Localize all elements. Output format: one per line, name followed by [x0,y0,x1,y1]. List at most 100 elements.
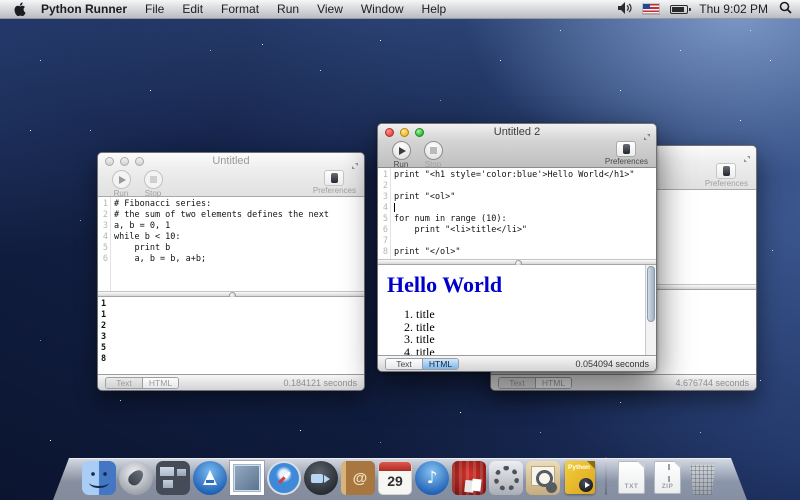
run-label: Run [394,160,409,169]
input-language-flag-icon[interactable] [643,4,659,14]
menu-window[interactable]: Window [352,2,413,16]
stop-button[interactable] [144,170,163,189]
window3-statusbar: Text HTML 4.676744 seconds [491,374,756,390]
volume-icon[interactable] [618,2,632,17]
text-tab[interactable]: Text [106,378,142,388]
list-item: title [416,321,656,334]
html-tab[interactable]: HTML [142,378,178,388]
zoom-button[interactable] [415,128,424,137]
preferences-icon [723,166,730,176]
list-item: title [416,308,656,321]
run-time: 4.676744 seconds [675,378,749,388]
run-button[interactable] [392,141,411,160]
apple-menu-icon[interactable] [8,2,32,16]
window1-statusbar: Text HTML 0.184121 seconds [98,374,364,390]
code-text[interactable]: print "<h1 style='color:blue'>Hello Worl… [391,168,656,259]
dock-ical-icon[interactable]: 29 [378,461,412,495]
window-untitled1[interactable]: Untitled Run Stop Preferences 1 2 3 4 5 … [97,152,365,391]
list-item: title [416,333,656,346]
preferences-label: Preferences [705,179,748,188]
dock-photo-booth-icon[interactable] [452,461,486,495]
dock-separator [605,457,607,495]
line-numbers: 1 2 3 4 5 6 7 8 [378,168,391,259]
close-button[interactable] [105,157,114,166]
menu-view[interactable]: View [308,2,352,16]
window1-output[interactable]: 1 1 2 3 5 8 [98,297,364,374]
window2-statusbar: Text HTML 0.054094 seconds [378,355,656,371]
run-label: Run [114,189,129,198]
output-mode-toggle[interactable]: Text HTML [105,377,179,389]
preferences-label: Preferences [605,157,648,166]
preferences-button[interactable] [716,163,736,179]
stop-icon [430,147,437,154]
text-tab[interactable]: Text [499,378,535,388]
menu-help[interactable]: Help [413,2,456,16]
preferences-icon [623,144,630,154]
dock-txt-file-icon[interactable]: TXT [618,461,645,494]
dock-mission-control-icon[interactable] [156,461,190,495]
stop-icon [150,176,157,183]
output-mode-toggle[interactable]: Text HTML [385,358,459,370]
preferences-button[interactable] [324,170,344,186]
dock-address-book-icon[interactable]: @ [341,461,375,495]
preferences-icon [331,173,338,183]
run-button[interactable] [112,170,131,189]
window2-code-editor[interactable]: 1 2 3 4 5 6 7 8 print "<h1 style='color:… [378,168,656,259]
dock-launchpad-icon[interactable] [119,461,153,495]
run-time: 0.054094 seconds [575,359,649,369]
dock-trash-icon[interactable] [687,462,718,495]
close-button[interactable] [385,128,394,137]
calendar-date: 29 [387,473,403,489]
dock-python-runner-icon[interactable]: Python [565,461,595,494]
dock-app-store-icon[interactable] [193,461,227,495]
window1-titlebar[interactable]: Untitled [98,153,364,169]
minimize-button[interactable] [120,157,129,166]
html-tab[interactable]: HTML [535,378,571,388]
output-heading: Hello World [387,272,656,298]
play-icon [119,176,126,184]
dock-system-preferences-icon[interactable] [489,461,523,495]
window1-code-editor[interactable]: 1 2 3 4 5 6 # Fibonacci series: # the su… [98,197,364,291]
window-untitled2[interactable]: Untitled 2 Run Stop Preferences 1 2 3 4 … [377,123,657,372]
preferences-label: Preferences [313,186,356,195]
preferences-button[interactable] [616,141,636,157]
menu-app-name[interactable]: Python Runner [32,2,136,16]
spotlight-icon[interactable] [779,1,792,17]
battery-icon[interactable] [670,5,688,14]
run-time: 0.184121 seconds [283,378,357,388]
html-tab[interactable]: HTML [422,359,458,369]
dock-mail-icon[interactable] [230,461,264,495]
text-tab[interactable]: Text [386,359,422,369]
play-icon [399,147,406,155]
dock-facetime-icon[interactable] [304,461,338,495]
stop-label: Stop [425,160,441,169]
play-badge-icon [579,478,593,492]
window2-output[interactable]: Hello World title title title title titl… [378,265,656,355]
menu-format[interactable]: Format [212,2,268,16]
window1-toolbar: Run Stop Preferences [98,169,364,197]
window2-titlebar[interactable]: Untitled 2 [378,124,656,140]
code-text[interactable]: # Fibonacci series: # the sum of two ele… [111,197,364,291]
music-note-icon: ♪ [427,468,438,488]
menu-file[interactable]: File [136,2,173,16]
scrollbar[interactable] [645,265,656,355]
window2-toolbar: Run Stop Preferences [378,140,656,168]
text-cursor [394,203,395,212]
scrollbar-thumb[interactable] [647,266,655,322]
dock-finder-icon[interactable] [82,461,116,495]
output-list: title title title title title title [378,308,656,355]
dock: @ 29 ♪ Python TXT ZIP [53,454,747,500]
menu-run[interactable]: Run [268,2,308,16]
dock-safari-icon[interactable] [267,461,301,495]
list-item: title [416,346,656,356]
stop-button[interactable] [424,141,443,160]
dock-itunes-icon[interactable]: ♪ [415,461,449,495]
menu-edit[interactable]: Edit [173,2,212,16]
menu-bar: Python Runner File Edit Format Run View … [0,0,800,19]
menu-clock[interactable]: Thu 9:02 PM [699,2,768,16]
output-mode-toggle[interactable]: Text HTML [498,377,572,389]
minimize-button[interactable] [400,128,409,137]
dock-zip-file-icon[interactable]: ZIP [654,461,681,494]
dock-preview-icon[interactable] [526,461,560,495]
zoom-button[interactable] [135,157,144,166]
